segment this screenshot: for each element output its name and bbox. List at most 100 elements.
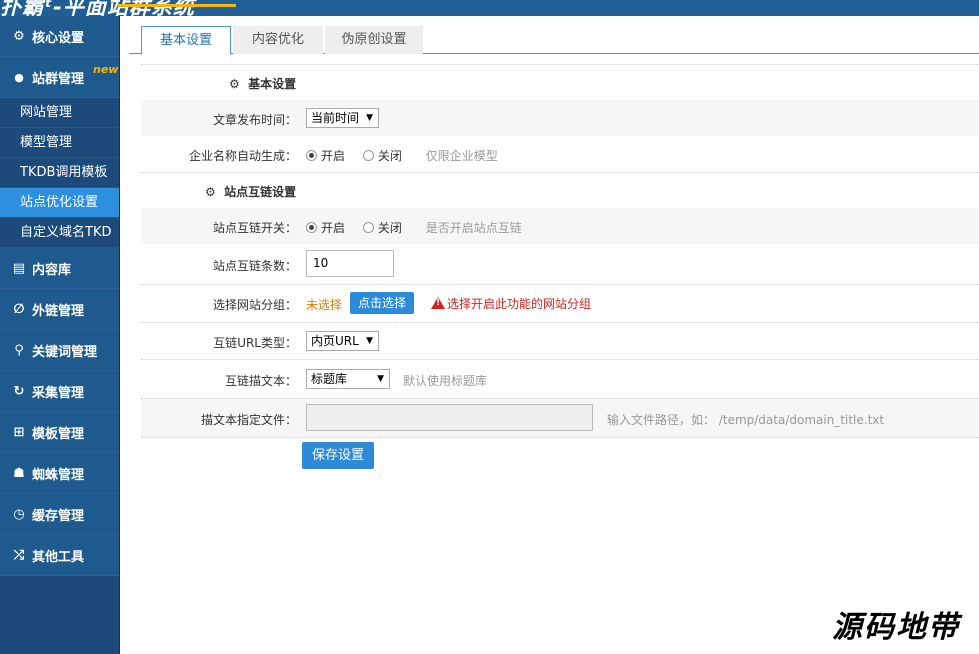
refresh-icon: ↻ — [13, 383, 25, 399]
sidebar-subitem-tkdb-template[interactable]: TKDB调用模板 — [0, 158, 119, 188]
warning-text: 选择开启此功能的网站分组 — [447, 297, 592, 311]
field-label: 选择网站分组： — [212, 298, 297, 312]
timer-icon: ◷ — [13, 506, 25, 522]
tab-bar: 基本设置 内容优化 伪原创设置 — [129, 26, 979, 55]
dropdown-arrow-icon: ▼ — [366, 336, 373, 346]
sidebar-item-keywords[interactable]: ⚲ 关键词管理 — [0, 330, 119, 371]
sidebar-item-spider[interactable]: ☗ 蜘蛛管理 — [0, 453, 119, 494]
field-label: 企业名称自动生成： — [188, 149, 297, 163]
radio-on[interactable] — [306, 222, 317, 233]
user-icon: ● — [14, 70, 24, 84]
hint-text: 默认使用标题库 — [403, 374, 488, 388]
publish-time-select[interactable]: 当前时间 ▼ — [306, 108, 379, 128]
hint-text: 仅限企业模型 — [425, 149, 498, 163]
field-label: 互链URL类型： — [213, 336, 297, 350]
form-row-interlink-switch: 站点互链开关： 开启 关闭 是否开启站点互链 — [141, 208, 979, 244]
form-row-company-name: 企业名称自动生成： 开启 关闭 仅限企业模型 — [141, 136, 979, 172]
radio-group: 开启 关闭 是否开启站点互链 — [306, 219, 522, 236]
field-label: 站点互链开关： — [212, 221, 297, 235]
tab-content-optimize[interactable]: 内容优化 — [233, 26, 323, 54]
field-label: 互链描文本： — [224, 374, 297, 388]
windows-icon: ⊞ — [13, 424, 25, 440]
section-title-interlink: ⚙ 站点互链设置 — [205, 183, 296, 200]
sidebar-item-label: 蜘蛛管理 — [32, 467, 85, 483]
anchor-file-input[interactable] — [306, 404, 593, 431]
hint-text: 是否开启站点互链 — [425, 221, 522, 235]
field-label: 文章发布时间： — [212, 113, 297, 127]
sidebar-item-label: 缓存管理 — [32, 508, 85, 524]
sidebar-item-other-tools[interactable]: ⤮ 其他工具 — [0, 535, 119, 576]
section-title-text: 基本设置 — [248, 77, 297, 91]
url-type-select[interactable]: 内页URL ▼ — [306, 331, 379, 351]
sidebar-item-external-links[interactable]: ∅ 外链管理 — [0, 289, 119, 330]
gear-icon: ⚙ — [205, 185, 216, 199]
form-row-url-type: 互链URL类型： 内页URL ▼ — [141, 323, 979, 359]
key-icon: ⚲ — [14, 342, 24, 358]
radio-off[interactable] — [362, 222, 374, 233]
save-button[interactable]: 保存设置 — [302, 442, 374, 469]
form-row-interlink-count: 站点互链条数： 10 — [141, 244, 979, 284]
radio-off[interactable] — [362, 150, 374, 161]
radio-label: 开启 — [321, 221, 346, 235]
sidebar-item-label: 站群管理 — [32, 71, 85, 87]
sidebar-item-site-group[interactable]: ● 站群管理 new — [0, 57, 119, 98]
divider — [141, 172, 979, 173]
form-row-anchor-file: 描文本指定文件： 输入文件路径，如： /temp/data/domain_tit… — [141, 399, 979, 437]
dropdown-arrow-icon: ▼ — [366, 113, 373, 123]
tab-basic-settings[interactable]: 基本设置 — [141, 26, 231, 55]
section-title-text: 站点互链设置 — [224, 185, 297, 199]
section-title-basic: ⚙ 基本设置 — [229, 75, 296, 92]
sidebar-item-label: 其他工具 — [32, 549, 85, 565]
sidebar-item-label: 模板管理 — [32, 426, 85, 442]
sidebar-item-label: 关键词管理 — [32, 344, 98, 360]
sidebar-item-cache[interactable]: ◷ 缓存管理 — [0, 494, 119, 535]
sidebar-item-label: 采集管理 — [32, 385, 85, 401]
radio-label: 关闭 — [377, 149, 402, 163]
radio-label: 开启 — [321, 149, 346, 163]
main-content: 基本设置 内容优化 伪原创设置 ⚙ 基本设置 文章发布时间： 当前时间 ▼ 企业名… — [121, 16, 979, 654]
gear-icon: ⚙ — [13, 28, 25, 44]
select-value: 标题库 — [311, 372, 348, 386]
sidebar-subitem-custom-domain-tkd[interactable]: 自定义域名TKD — [0, 218, 119, 248]
link-icon: ∅ — [13, 301, 25, 317]
sidebar-item-content-library[interactable]: ▤ 内容库 — [0, 248, 119, 289]
sidebar-item-label: 外链管理 — [32, 303, 85, 319]
warning-icon — [431, 297, 445, 309]
sidebar-item-templates[interactable]: ⊞ 模板管理 — [0, 412, 119, 453]
shuffle-icon: ⤮ — [13, 547, 25, 563]
radio-on[interactable] — [306, 150, 317, 161]
warning-message: 选择开启此功能的网站分组 — [431, 295, 591, 312]
dropdown-arrow-icon: ▼ — [377, 374, 384, 384]
radio-group: 开启 关闭 仅限企业模型 — [306, 147, 498, 164]
field-label: 站点互链条数： — [212, 259, 297, 273]
top-banner: 扑霸ᵗ-平面站群系统 — [0, 0, 979, 16]
sidebar-item-core-settings[interactable]: ⚙ 核心设置 — [0, 16, 119, 57]
radio-label: 关闭 — [377, 221, 402, 235]
sidebar-item-label: 核心设置 — [32, 30, 85, 46]
tab-pseudo-original[interactable]: 伪原创设置 — [325, 26, 423, 54]
site-group-status: 未选择 — [306, 298, 343, 312]
sidebar-item-label: 内容库 — [32, 262, 72, 278]
interlink-count-input[interactable]: 10 — [306, 250, 394, 277]
form-row-publish-time: 文章发布时间： 当前时间 ▼ — [141, 100, 979, 136]
sidebar-subitem-site-manage[interactable]: 网站管理 — [0, 98, 119, 128]
gear-icon: ⚙ — [229, 77, 240, 91]
form-row-anchor-text: 互链描文本： 标题库 ▼ 默认使用标题库 — [141, 360, 979, 398]
field-label: 描文本指定文件： — [200, 413, 297, 427]
anchor-text-select[interactable]: 标题库 ▼ — [306, 369, 390, 389]
form-row-site-group: 选择网站分组： 未选择 点击选择 选择开启此功能的网站分组 — [141, 284, 979, 322]
select-value: 当前时间 — [311, 111, 360, 125]
document-icon: ▤ — [12, 260, 26, 276]
select-group-button[interactable]: 点击选择 — [350, 292, 414, 314]
select-value: 内页URL — [311, 334, 359, 348]
sidebar-item-collection[interactable]: ↻ 采集管理 — [0, 371, 119, 412]
divider — [141, 437, 979, 438]
hint-text: 输入文件路径，如： /temp/data/domain_title.txt — [607, 413, 885, 427]
sidebar-subitem-model-manage[interactable]: 模型管理 — [0, 128, 119, 158]
divider — [141, 64, 979, 65]
logo-accent-line — [118, 0, 236, 7]
sidebar: ⚙ 核心设置 ● 站群管理 new 网站管理 模型管理 TKDB调用模板 站点优… — [0, 16, 120, 654]
watermark: 源码地带 — [832, 610, 960, 645]
sidebar-subitem-site-optimize[interactable]: 站点优化设置 — [0, 188, 119, 218]
new-badge: new — [93, 63, 119, 76]
